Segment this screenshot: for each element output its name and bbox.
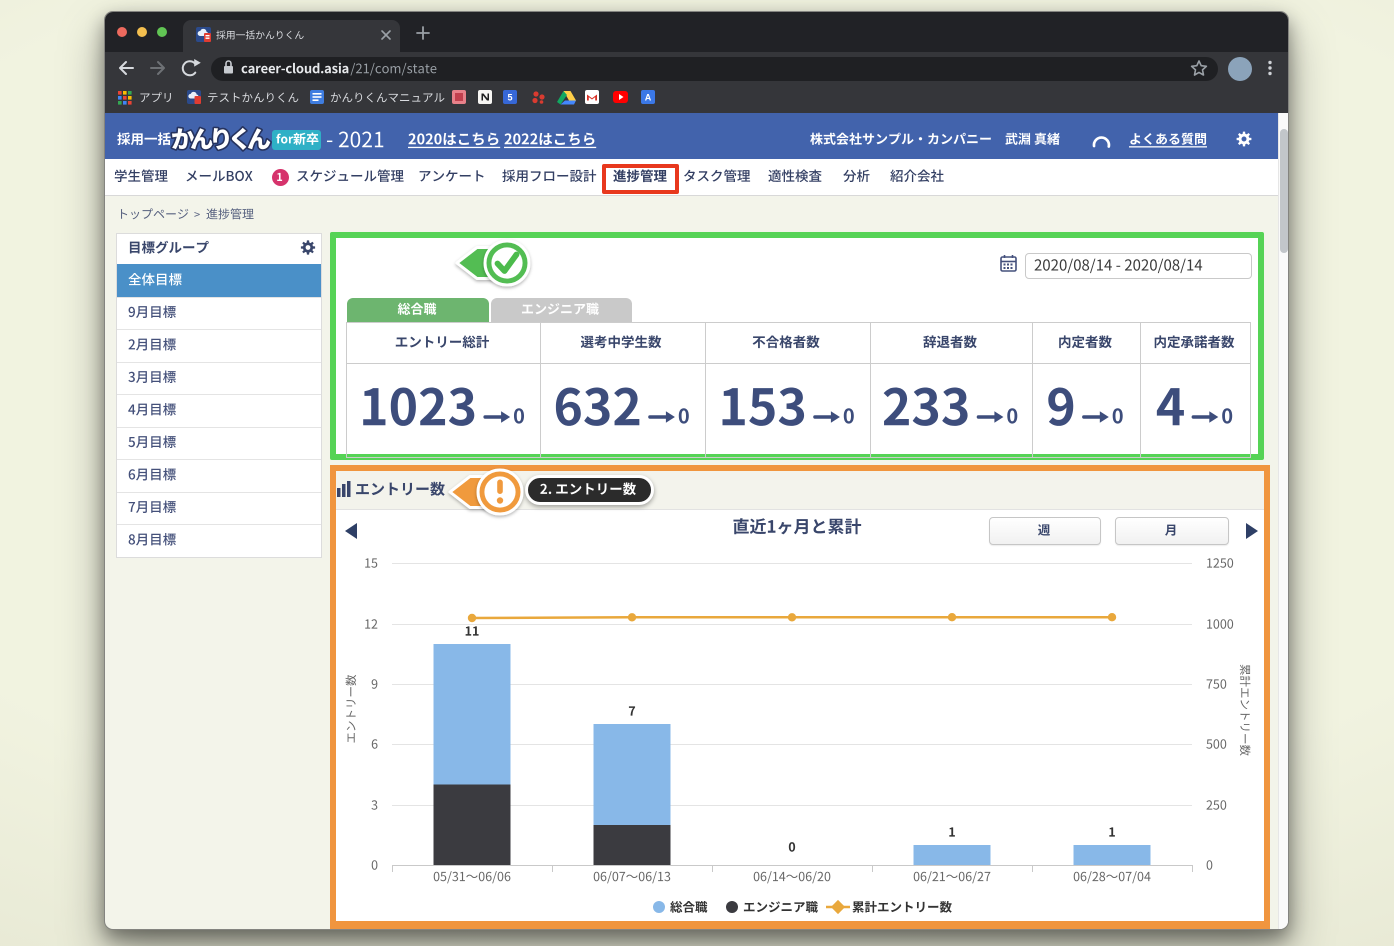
svg-text:A: A <box>645 93 652 103</box>
svg-text:5: 5 <box>507 93 512 103</box>
